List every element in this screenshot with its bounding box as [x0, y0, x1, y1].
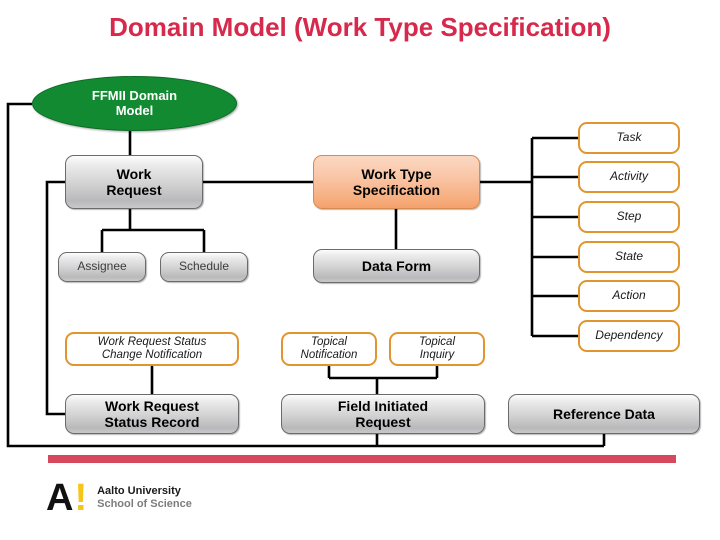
node-label: Topical Inquiry [418, 335, 456, 361]
node-label: FFMII Domain Model [91, 87, 178, 118]
node-label: Schedule [178, 259, 230, 274]
node-label: Task [616, 130, 642, 145]
node-work-request-status-record[interactable]: Work Request Status Record [65, 394, 239, 434]
node-label: Assignee [77, 259, 127, 274]
node-work-request-status-change-notification[interactable]: Work Request Status Change Notification [65, 332, 239, 366]
aalto-logo: A ! Aalto University School of Science [46, 478, 192, 518]
node-assignee[interactable]: Assignee [58, 252, 146, 282]
node-reference-data[interactable]: Reference Data [508, 394, 700, 434]
footer-red-bar [48, 455, 676, 463]
node-label: Work Request Status Record [104, 397, 200, 430]
node-label: Work Request Status Change Notification [97, 335, 207, 361]
node-label: Topical Notification [300, 335, 358, 361]
node-label: Step [616, 209, 642, 224]
node-label: Reference Data [553, 405, 655, 422]
node-label: Action [612, 288, 646, 303]
node-work-type-specification[interactable]: Work Type Specification [313, 155, 480, 209]
node-action[interactable]: Action [578, 280, 680, 312]
node-work-request[interactable]: Work Request [65, 155, 203, 209]
node-state[interactable]: State [578, 241, 680, 273]
slide-canvas: Domain Model (Work Type Specification) F… [0, 0, 720, 540]
logo-a-glyph: A [46, 477, 73, 519]
node-dependency[interactable]: Dependency [578, 320, 680, 352]
node-task[interactable]: Task [578, 122, 680, 154]
logo-line-1: Aalto University [97, 485, 181, 498]
node-activity[interactable]: Activity [578, 161, 680, 193]
node-label: Dependency [595, 328, 663, 343]
node-data-form[interactable]: Data Form [313, 249, 480, 283]
node-label: Work Type Specification [352, 165, 441, 198]
node-step[interactable]: Step [578, 201, 680, 233]
node-label: Field Initiated Request [337, 397, 429, 430]
node-topical-inquiry[interactable]: Topical Inquiry [389, 332, 485, 366]
logo-wordmark: Aalto University School of Science [97, 485, 192, 510]
logo-exclamation-icon: ! [74, 477, 88, 519]
node-topical-notification[interactable]: Topical Notification [281, 332, 377, 366]
node-ffmii-domain-model[interactable]: FFMII Domain Model [32, 76, 237, 131]
node-label: Data Form [361, 257, 432, 274]
node-field-initiated-request[interactable]: Field Initiated Request [281, 394, 485, 434]
node-label: Work Request [106, 165, 162, 198]
node-schedule[interactable]: Schedule [160, 252, 248, 282]
node-label: Activity [609, 169, 648, 184]
logo-line-2: School of Science [97, 498, 192, 510]
node-label: State [614, 249, 644, 264]
